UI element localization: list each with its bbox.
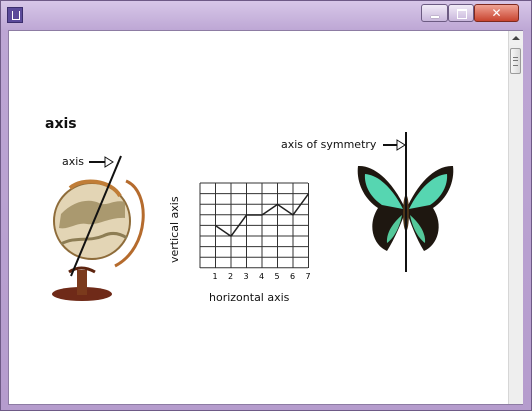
arrow-icon: [104, 156, 114, 168]
scroll-thumb[interactable]: [510, 48, 521, 74]
x-tick-label: 2: [228, 272, 233, 281]
x-tick-label: 4: [259, 272, 264, 281]
x-tick-label: 5: [275, 272, 280, 281]
window-frame: axis axis horizontal axis vertical axis …: [0, 0, 532, 411]
line-graph: 1 2 3 4 5 6 7: [199, 182, 311, 281]
scroll-up-button[interactable]: [509, 31, 523, 45]
x-tick-label: 7: [306, 272, 311, 281]
vertical-axis-label: vertical axis: [168, 196, 181, 263]
x-tick-label: 6: [290, 272, 295, 281]
globe-stand: [77, 270, 87, 295]
globe-illustration: [52, 155, 145, 301]
butterfly-illustration: [357, 132, 454, 272]
x-tick-label: 1: [213, 272, 218, 281]
butterfly-left-wing: [357, 165, 406, 251]
grip-icon: [513, 57, 518, 66]
minimize-button[interactable]: [421, 4, 448, 22]
close-button[interactable]: [474, 4, 519, 22]
x-tick-label: 3: [244, 272, 249, 281]
horizontal-axis-label: horizontal axis: [209, 291, 290, 304]
arrow-icon: [396, 139, 406, 151]
app-icon: [7, 7, 23, 23]
page-heading: axis: [45, 116, 77, 132]
vertical-scrollbar[interactable]: [508, 31, 523, 404]
maximize-button[interactable]: [448, 4, 474, 22]
